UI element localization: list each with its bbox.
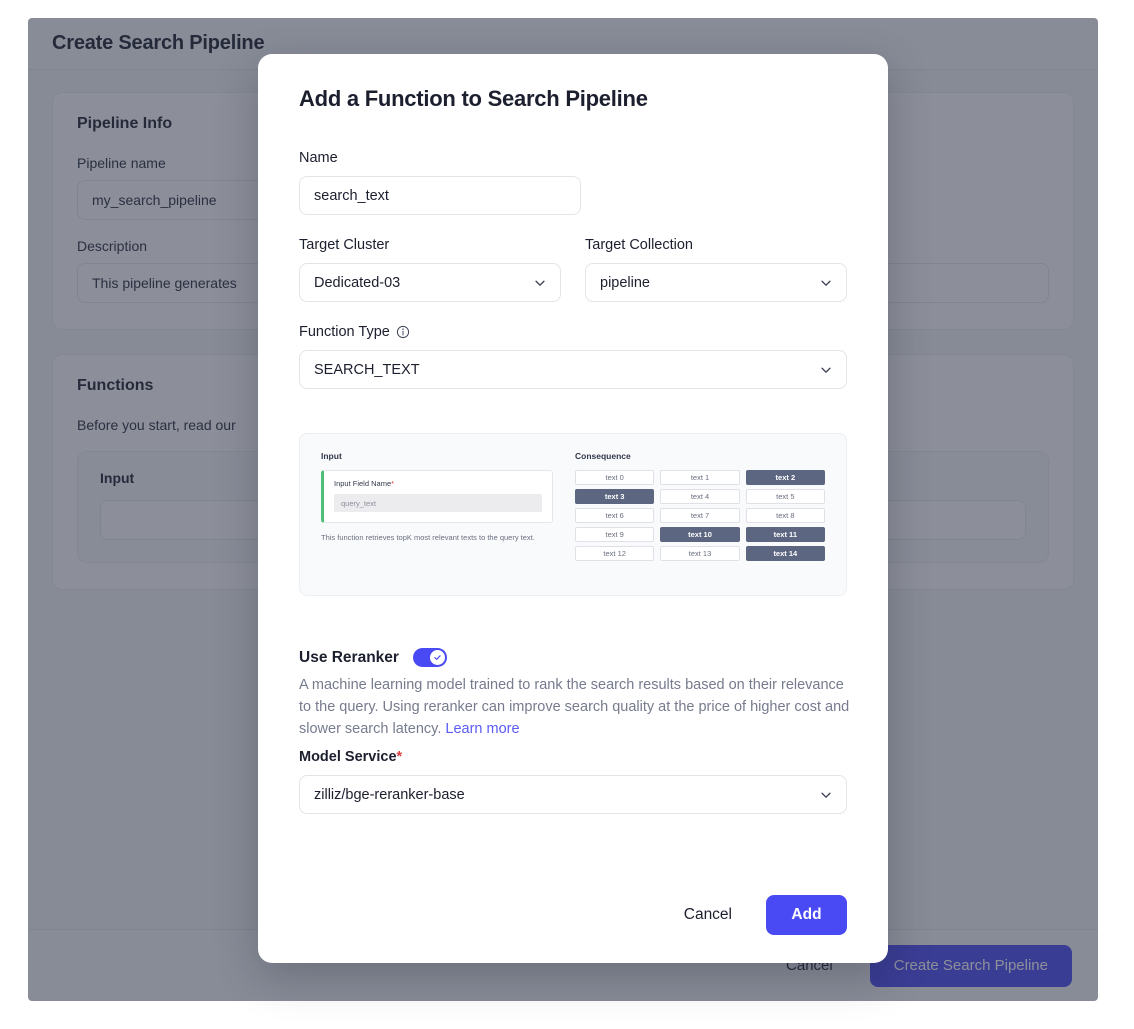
function-type-select[interactable]: SEARCH_TEXT <box>299 350 847 389</box>
dialog-add-button[interactable]: Add <box>766 895 847 935</box>
target-collection-value: pipeline <box>600 274 650 291</box>
target-cluster-group: Target Cluster Dedicated-03 <box>299 237 561 302</box>
consequence-chip: text 8 <box>745 508 825 523</box>
info-icon[interactable] <box>396 325 410 339</box>
function-diagram: Input Input Field Name* query_text This … <box>299 433 847 596</box>
diagram-consequence-heading: Consequence <box>575 451 631 461</box>
diagram-consequence-panel: Consequence text 0 text 1 text 2 text 3 text… <box>575 451 825 575</box>
model-service-value: zilliz/bge-reranker-base <box>314 786 465 803</box>
target-cluster-select[interactable]: Dedicated-03 <box>299 263 561 302</box>
consequence-chip: text 4 <box>660 489 740 504</box>
consequence-chip: text 13 <box>660 546 740 561</box>
dialog-title: Add a Function to Search Pipeline <box>299 86 648 111</box>
diagram-input-panel: Input Input Field Name* query_text This … <box>321 451 553 575</box>
reranker-header-row: Use Reranker <box>299 648 847 667</box>
consequence-chip: text 1 <box>660 470 740 485</box>
chevron-down-icon <box>535 280 545 286</box>
model-service-select[interactable]: zilliz/bge-reranker-base <box>299 775 847 815</box>
consequence-chip: text 5 <box>745 489 825 504</box>
diagram-chip-grid: text 0 text 1 text 2 text 3 text 4 text 5 text… <box>575 470 825 561</box>
learn-more-link[interactable]: Learn more <box>445 721 519 737</box>
consequence-chip: text 3 <box>575 489 655 504</box>
diagram-note: This function retrieves topK most releva… <box>321 533 535 542</box>
reranker-description-text: A machine learning model trained to rank… <box>299 677 850 738</box>
function-type-value: SEARCH_TEXT <box>314 361 420 378</box>
name-label-text: Name <box>299 150 338 166</box>
diagram-input-box: Input Field Name* query_text <box>321 470 553 523</box>
consequence-chip: text 11 <box>745 527 825 542</box>
model-service-label: Model Service* <box>299 749 847 765</box>
diagram-input-field-value: query_text <box>334 494 542 512</box>
dialog-footer: Cancel Add <box>299 895 847 935</box>
target-collection-group: Target Collection pipeline <box>585 237 847 302</box>
add-function-dialog: Add a Function to Search Pipeline Name s… <box>258 54 888 963</box>
consequence-chip: text 10 <box>660 527 740 542</box>
toggle-knob <box>429 650 445 665</box>
required-asterisk: * <box>396 749 403 766</box>
consequence-chip: text 9 <box>575 527 655 542</box>
diagram-input-field-label-text: Input Field Name <box>334 479 392 488</box>
function-type-label-text: Function Type <box>299 324 390 340</box>
diagram-input-field-label: Input Field Name* <box>334 479 542 488</box>
reranker-title: Use Reranker <box>299 648 399 666</box>
chevron-down-icon <box>821 280 831 286</box>
target-cluster-value: Dedicated-03 <box>314 274 401 291</box>
screen: Create Search Pipeline Pipeline Info Pip… <box>0 0 1134 1029</box>
reranker-description: A machine learning model trained to rank… <box>299 674 859 740</box>
use-reranker-toggle[interactable] <box>412 648 447 667</box>
diagram-input-heading: Input <box>321 451 342 461</box>
required-asterisk: * <box>391 479 395 488</box>
consequence-chip: text 6 <box>575 508 655 523</box>
consequence-chip: text 14 <box>745 546 825 561</box>
target-collection-label: Target Collection <box>585 237 693 253</box>
target-cluster-label: Target Cluster <box>299 237 390 253</box>
check-icon <box>434 655 441 660</box>
function-type-group: Function Type SEARCH_TEXT <box>299 324 847 389</box>
consequence-chip: text 12 <box>575 546 655 561</box>
chevron-down-icon <box>821 792 831 798</box>
name-label: Name <box>299 150 847 166</box>
dialog-cancel-button[interactable]: Cancel <box>666 895 750 935</box>
consequence-chip: text 0 <box>575 470 655 485</box>
consequence-chip: text 2 <box>745 470 825 485</box>
name-input[interactable]: search_text <box>299 176 581 215</box>
target-row: Target Cluster Dedicated-03 Target Colle… <box>299 237 847 302</box>
target-collection-select[interactable]: pipeline <box>585 263 847 302</box>
consequence-chip: text 7 <box>660 508 740 523</box>
chevron-down-icon <box>821 367 831 373</box>
model-service-label-text: Model Service <box>299 749 397 766</box>
function-type-label: Function Type <box>299 324 847 340</box>
